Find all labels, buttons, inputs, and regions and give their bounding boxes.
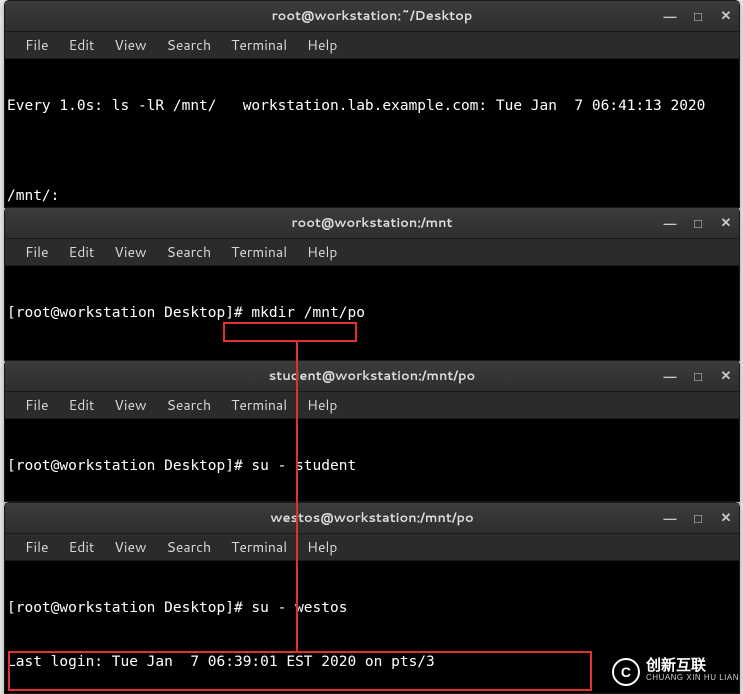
menu-search[interactable]: Search (157, 534, 222, 560)
terminal-window-1: root@workstation:~/Desktop — □ ✕ File Ed… (4, 0, 740, 208)
menu-edit[interactable]: Edit (59, 32, 105, 58)
menu-help[interactable]: Help (297, 392, 347, 418)
terminal-output[interactable]: [root@workstation Desktop]# su - student… (5, 419, 739, 501)
menu-edit[interactable]: Edit (59, 239, 105, 265)
menu-view[interactable]: View (104, 239, 156, 265)
maximize-button[interactable]: □ (691, 216, 705, 231)
maximize-button[interactable]: □ (691, 369, 705, 384)
minimize-button[interactable]: — (663, 9, 677, 24)
menu-search[interactable]: Search (157, 392, 222, 418)
menu-search[interactable]: Search (157, 239, 222, 265)
menu-bar: File Edit View Search Terminal Help (5, 391, 739, 419)
menu-bar: File Edit View Search Terminal Help (5, 238, 739, 266)
menu-file[interactable]: File (15, 32, 59, 58)
close-button[interactable]: ✕ (719, 510, 733, 526)
menu-file[interactable]: File (15, 534, 59, 560)
terminal-window-2: root@workstation:/mnt — □ ✕ File Edit Vi… (4, 207, 740, 361)
menu-file[interactable]: File (15, 239, 59, 265)
minimize-button[interactable]: — (663, 369, 677, 384)
menu-terminal[interactable]: Terminal (221, 32, 297, 58)
watermark-logo: C (612, 658, 640, 686)
menu-terminal[interactable]: Terminal (221, 239, 297, 265)
minimize-button[interactable]: — (663, 216, 677, 231)
menu-help[interactable]: Help (297, 239, 347, 265)
close-button[interactable]: ✕ (719, 215, 733, 231)
watermark-text: 创新互联 CHUANG XIN HU LIAN (646, 660, 739, 684)
window-controls: — □ ✕ (663, 361, 733, 391)
menu-view[interactable]: View (104, 32, 156, 58)
menu-help[interactable]: Help (297, 534, 347, 560)
watermark: C 创新互联 CHUANG XIN HU LIAN (612, 658, 739, 686)
window-title: westos@workstation:/mnt/po (5, 509, 739, 527)
menu-bar: File Edit View Search Terminal Help (5, 31, 739, 59)
maximize-button[interactable]: □ (691, 511, 705, 526)
close-button[interactable]: ✕ (719, 8, 733, 24)
menu-edit[interactable]: Edit (59, 534, 105, 560)
menu-help[interactable]: Help (297, 32, 347, 58)
menu-terminal[interactable]: Terminal (221, 534, 297, 560)
menu-terminal[interactable]: Terminal (221, 392, 297, 418)
titlebar[interactable]: root@workstation:/mnt — □ ✕ (5, 208, 739, 238)
window-controls: — □ ✕ (663, 503, 733, 533)
titlebar[interactable]: student@workstation:/mnt/po — □ ✕ (5, 361, 739, 391)
maximize-button[interactable]: □ (691, 9, 705, 24)
terminal-output[interactable]: Every 1.0s: ls -lR /mnt/ workstation.lab… (5, 59, 739, 207)
menu-edit[interactable]: Edit (59, 392, 105, 418)
window-title: root@workstation:~/Desktop (5, 7, 739, 25)
window-title: student@workstation:/mnt/po (5, 367, 739, 385)
menu-view[interactable]: View (104, 534, 156, 560)
terminal-window-3: student@workstation:/mnt/po — □ ✕ File E… (4, 360, 740, 502)
titlebar[interactable]: root@workstation:~/Desktop — □ ✕ (5, 1, 739, 31)
terminal-output[interactable]: [root@workstation Desktop]# mkdir /mnt/p… (5, 266, 739, 360)
minimize-button[interactable]: — (663, 511, 677, 526)
close-button[interactable]: ✕ (719, 368, 733, 384)
window-controls: — □ ✕ (663, 208, 733, 238)
window-title: root@workstation:/mnt (5, 214, 739, 232)
menu-bar: File Edit View Search Terminal Help (5, 533, 739, 561)
menu-search[interactable]: Search (157, 32, 222, 58)
titlebar[interactable]: westos@workstation:/mnt/po — □ ✕ (5, 503, 739, 533)
window-controls: — □ ✕ (663, 1, 733, 31)
menu-file[interactable]: File (15, 392, 59, 418)
menu-view[interactable]: View (104, 392, 156, 418)
